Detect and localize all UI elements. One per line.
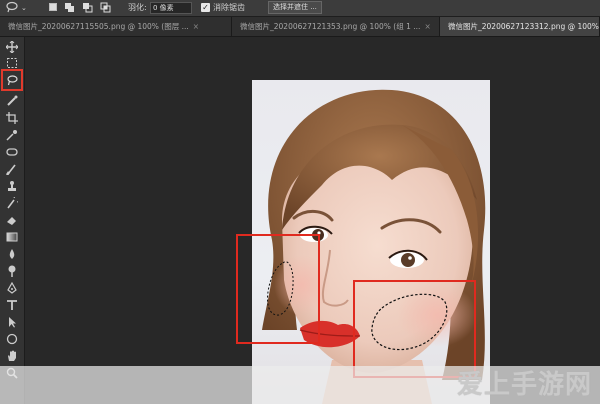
document-tab[interactable]: 微信图片_20200627115505.png @ 100% (图层 ... ×	[0, 17, 232, 36]
ellipse-icon[interactable]	[3, 331, 20, 346]
options-bar: ⌄ 羽化: 0 像素 ✓ 消除锯齿 选择并遮住 ...	[0, 0, 600, 17]
watermark-text: 爱上手游网	[456, 370, 592, 400]
path-select-icon[interactable]	[3, 314, 20, 329]
stamp-icon[interactable]	[3, 178, 20, 193]
feather-label: 羽化:	[128, 3, 147, 12]
blur-icon[interactable]	[3, 246, 20, 261]
type-icon[interactable]	[3, 297, 20, 312]
lasso-icon[interactable]	[1, 69, 23, 91]
gradient-icon[interactable]	[3, 229, 20, 244]
tools-panel	[0, 37, 25, 404]
eyedropper-icon[interactable]	[3, 127, 20, 142]
pen-icon[interactable]	[3, 280, 20, 295]
history-brush-icon[interactable]	[3, 195, 20, 210]
feather-input[interactable]: 0 像素	[150, 2, 192, 14]
move-icon[interactable]	[3, 39, 20, 54]
brush-quick-select-icon[interactable]	[3, 93, 20, 108]
document-tab-bar: 微信图片_20200627115505.png @ 100% (图层 ... × …	[0, 17, 600, 37]
brush-icon[interactable]	[3, 161, 20, 176]
select-and-mask-button[interactable]: 选择并遮住 ...	[268, 1, 322, 14]
antialias-checkbox[interactable]: ✓	[201, 3, 210, 12]
eraser-icon[interactable]	[3, 212, 20, 227]
tab-label: 微信图片_20200627121353.png @ 100% (组 1 ...	[240, 22, 421, 31]
dodge-icon[interactable]	[3, 263, 20, 278]
new-selection-icon[interactable]	[49, 3, 57, 11]
tab-label: 微信图片_20200627123312.png @ 100%	[448, 22, 599, 31]
preset-dropdown-icon[interactable]: ⌄	[21, 0, 27, 16]
document-tab-active[interactable]: 微信图片_20200627123312.png @ 100%	[440, 17, 600, 36]
crop-icon[interactable]	[3, 110, 20, 125]
antialias-label: 消除锯齿	[213, 3, 245, 12]
hand-icon[interactable]	[3, 348, 20, 363]
patch-icon[interactable]	[3, 144, 20, 159]
tab-label: 微信图片_20200627115505.png @ 100% (图层 ...	[8, 22, 189, 31]
document-tab[interactable]: 微信图片_20200627121353.png @ 100% (组 1 ... ×	[232, 17, 440, 36]
marquee-icon[interactable]	[3, 55, 20, 70]
left-cheek-highlight-box	[236, 234, 320, 344]
close-icon[interactable]: ×	[193, 17, 199, 36]
close-icon[interactable]: ×	[424, 17, 430, 36]
